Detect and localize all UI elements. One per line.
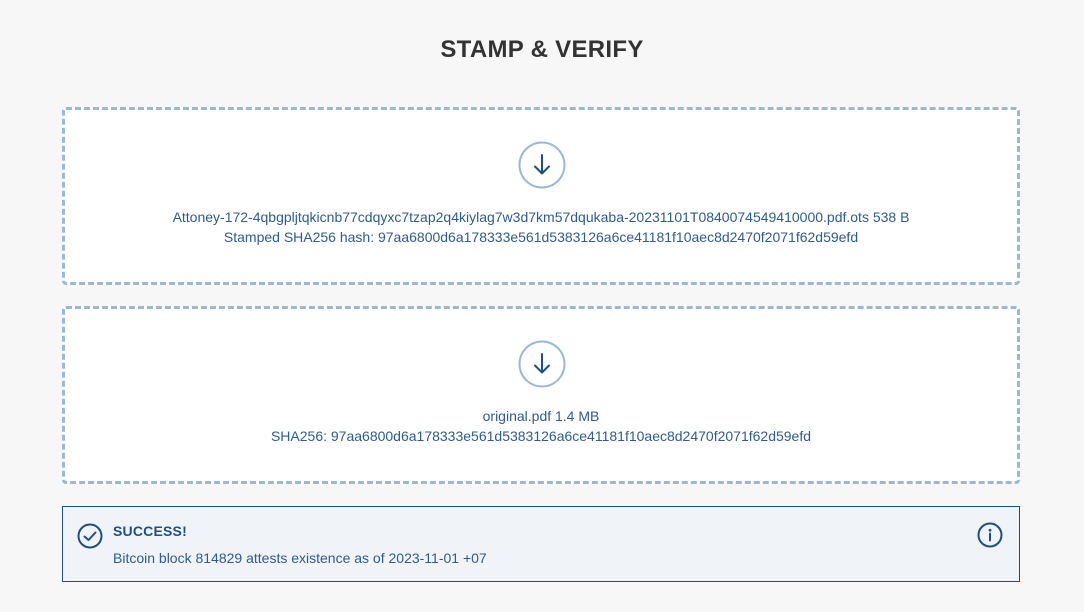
original-file-info: original.pdf 1.4 MB SHA256: 97aa6800d6a1… [65,406,1017,446]
alert-message: Bitcoin block 814829 attests existence a… [113,550,487,566]
stamp-file-hash: Stamped SHA256 hash: 97aa6800d6a178333e5… [223,229,859,245]
page: STAMP & VERIFY Attoney-172-4qbgpljtqkicn… [0,0,1084,612]
stamp-file-info: Attoney-172-4qbgpljtqkicnb77cdqyxc7tzap2… [65,207,1017,247]
success-alert: SUCCESS! Bitcoin block 814829 attests ex… [62,506,1020,582]
original-file-hash: SHA256: 97aa6800d6a178333e561d5383126a6c… [270,428,812,444]
download-arrow-icon[interactable] [518,340,566,388]
stamp-file-name: Attoney-172-4qbgpljtqkicnb77cdqyxc7tzap2… [172,209,910,225]
stamp-file-dropzone[interactable]: Attoney-172-4qbgpljtqkicnb77cdqyxc7tzap2… [62,107,1020,285]
info-icon[interactable] [977,522,1003,548]
page-title: STAMP & VERIFY [440,36,644,63]
alert-title: SUCCESS! [113,523,187,539]
original-file-dropzone[interactable]: original.pdf 1.4 MB SHA256: 97aa6800d6a1… [62,306,1020,484]
original-file-name: original.pdf 1.4 MB [482,408,600,424]
download-arrow-icon[interactable] [518,141,566,189]
check-circle-icon [77,523,103,549]
